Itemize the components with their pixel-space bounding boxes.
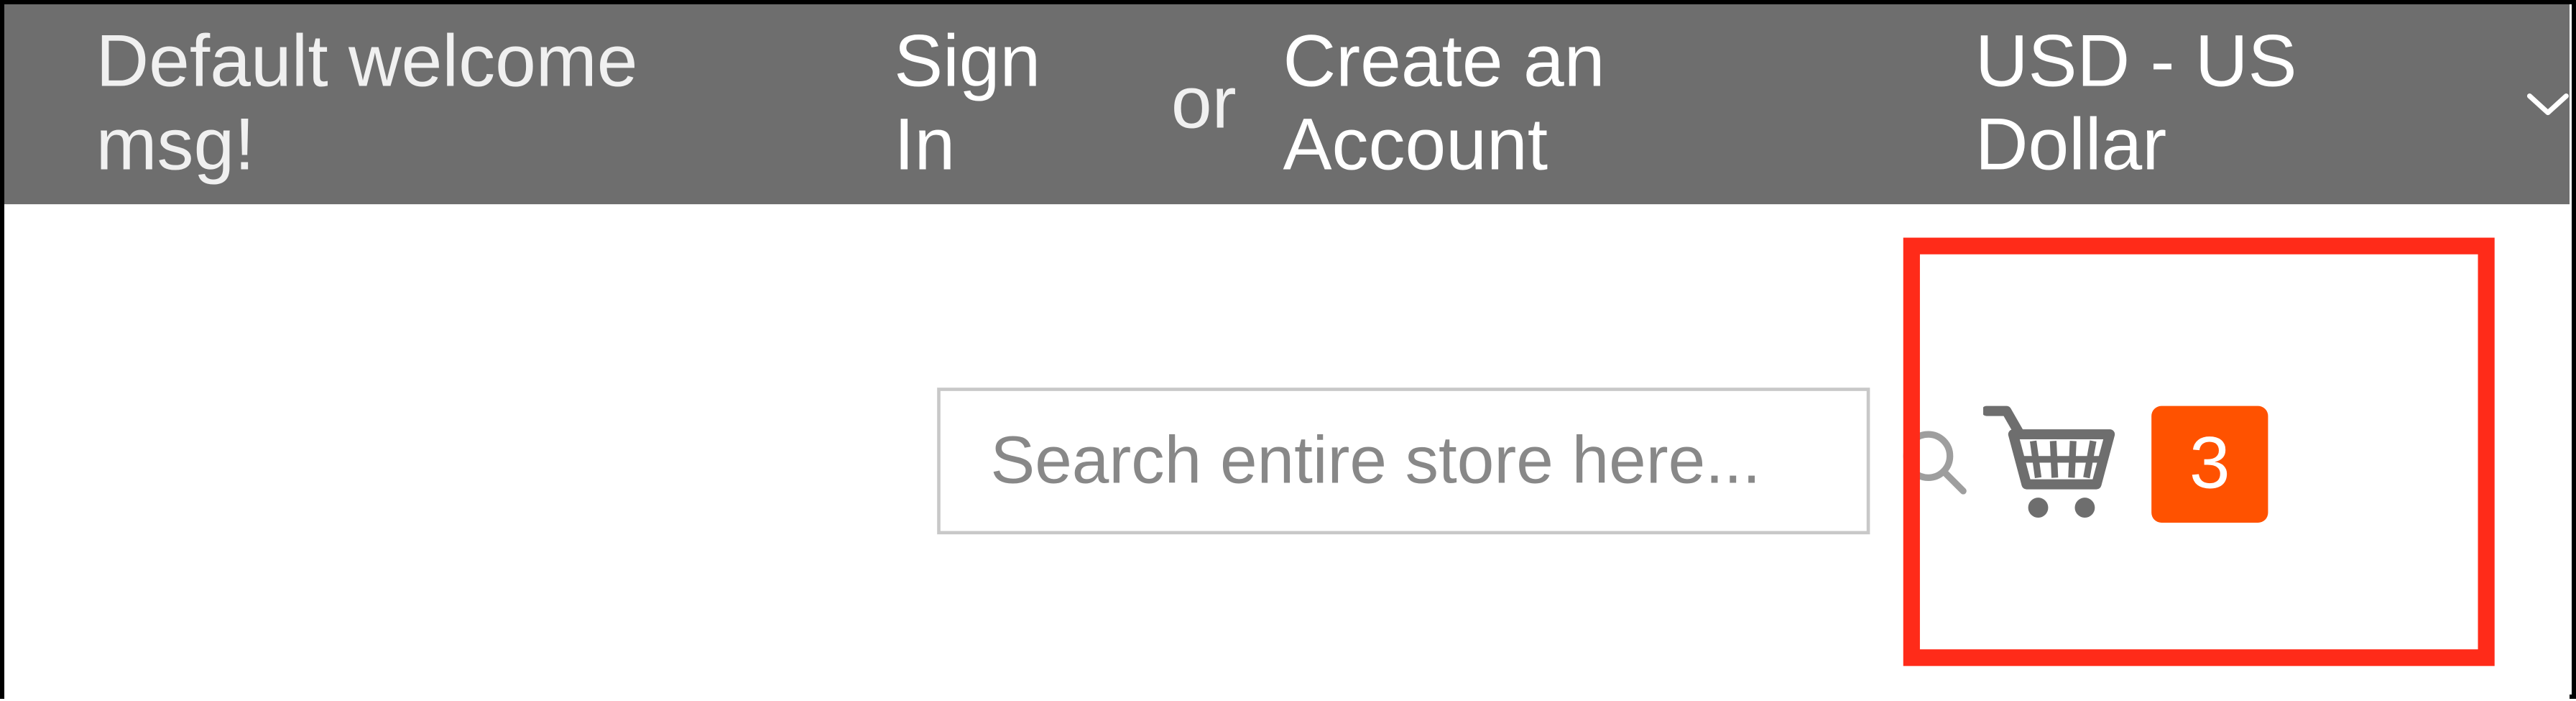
currency-label: USD - US Dollar: [1975, 21, 2506, 188]
sign-in-link[interactable]: Sign In: [894, 21, 1121, 188]
chevron-down-icon: [2526, 91, 2570, 118]
mini-cart-button[interactable]: 3: [1970, 401, 2268, 526]
cart-count-badge: 3: [2151, 406, 2268, 522]
create-account-link[interactable]: Create an Account: [1283, 21, 1884, 188]
cart-icon: [1970, 403, 2128, 523]
header-content-row: 3: [4, 204, 2570, 701]
top-header-bar: Default welcome msg! Sign In or Create a…: [4, 4, 2570, 204]
search-box: [937, 388, 1870, 534]
welcome-message: Default welcome msg!: [96, 21, 814, 188]
or-text: or: [1171, 63, 1237, 146]
currency-switcher[interactable]: USD - US Dollar: [1975, 21, 2570, 188]
search-input[interactable]: [941, 391, 1898, 531]
